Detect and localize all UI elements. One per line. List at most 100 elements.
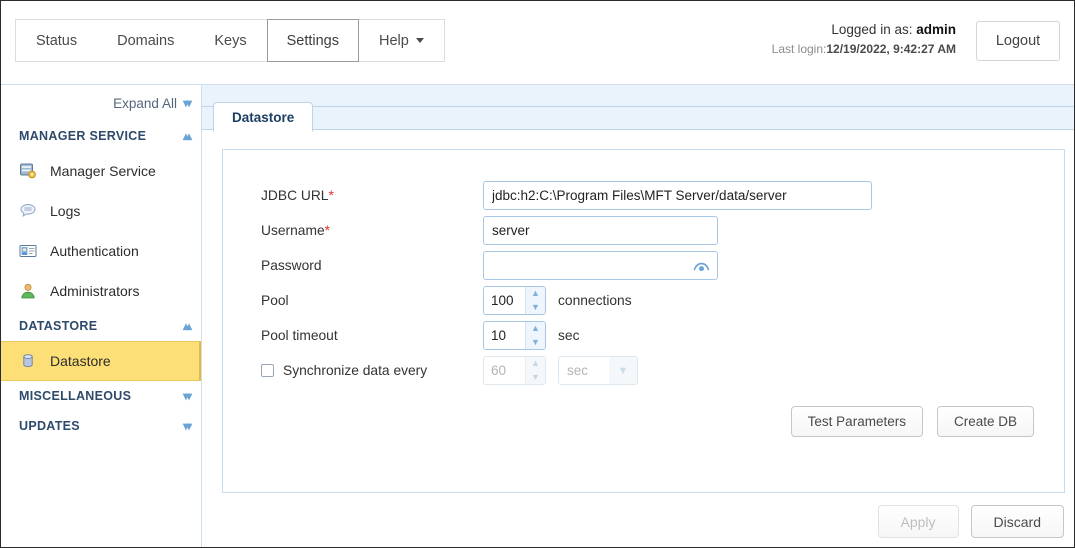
pool-label: Pool [261,293,289,308]
pool-timeout-stepper[interactable]: 10 ▲ ▼ [483,321,546,350]
eye-icon[interactable] [693,260,710,272]
nav-item-label: Domains [117,32,175,49]
jdbc-url-label-text: JDBC URL [261,188,329,203]
nav-item-settings[interactable]: Settings [266,19,359,62]
chevron-double-up-icon: ▴▴ [182,319,192,333]
datastore-form: JDBC URL* Username* Password [223,150,1064,386]
sidebar-item-manager-service[interactable]: Manager Service [1,151,201,191]
chevron-down-icon[interactable]: ▼ [609,357,637,384]
pool-timeout-unit-label: sec [558,328,580,343]
sidebar-group-datastore[interactable]: DATASTORE ▴▴ [1,311,201,341]
footer-action-buttons: Apply Discard [877,505,1064,538]
apply-button[interactable]: Apply [877,505,959,538]
nav-item-domains[interactable]: Domains [97,19,194,62]
sidebar-item-label: Logs [50,203,81,219]
pool-timeout-value[interactable]: 10 [484,322,525,349]
required-asterisk: * [328,188,334,203]
logged-in-username: admin [916,22,956,37]
chevron-down-icon[interactable]: ▼ [526,371,545,385]
datastore-settings-panel: JDBC URL* Username* Password [222,149,1065,493]
nav-item-label: Settings [286,32,339,49]
chevron-up-icon[interactable]: ▲ [526,287,545,301]
synchronize-label-group[interactable]: Synchronize data every [261,363,483,378]
last-login: Last login:12/19/2022, 9:42:27 AM [772,41,956,57]
chevron-up-icon[interactable]: ▲ [526,357,545,371]
username-label-text: Username [261,223,325,238]
password-input[interactable] [483,251,718,280]
expand-all-toggle[interactable]: Expand All ▾▾ [1,85,201,121]
chevron-double-down-icon: ▾▾ [182,96,192,110]
sidebar-item-label: Datastore [50,353,111,369]
sidebar-group-label: MISCELLANEOUS [19,389,132,403]
sidebar-group-label: DATASTORE [19,319,98,333]
username-input[interactable] [483,216,718,245]
sidebar-item-datastore[interactable]: Datastore [1,341,201,381]
nav-item-keys[interactable]: Keys [194,19,266,62]
tab-strip [202,85,1074,107]
pool-unit-label: connections [558,293,632,308]
sidebar-item-label: Authentication [50,243,139,259]
pool-timeout-stepper-arrows: ▲ ▼ [525,322,545,349]
chevron-up-icon[interactable]: ▲ [526,322,545,336]
tab-strip-fill [202,107,1074,130]
pool-timeout-label: Pool timeout [261,328,338,343]
database-icon [19,352,37,370]
synchronize-unit-value: sec [567,363,589,378]
chevron-down-icon[interactable]: ▼ [526,301,545,315]
create-db-button[interactable]: Create DB [936,406,1034,437]
sidebar-group-label: MANAGER SERVICE [19,129,147,143]
logged-in-as: Logged in as: admin [772,21,956,39]
tab-datastore[interactable]: Datastore [213,102,314,132]
synchronize-unit-select[interactable]: sec ▼ [558,356,638,385]
speech-bubble-icon [19,202,37,220]
sidebar-item-label: Manager Service [50,163,156,179]
sidebar-group-manager-service[interactable]: MANAGER SERVICE ▴▴ [1,121,201,151]
content-area: Datastore JDBC URL* Username* Pass [202,85,1074,547]
application-window: Status Domains Keys Settings Help Logged… [0,0,1075,548]
required-asterisk: * [324,223,331,238]
jdbc-url-input[interactable] [483,181,872,210]
form-row-synchronize: Synchronize data every 60 ▲ ▼ sec ▼ [261,355,1064,386]
top-bar: Status Domains Keys Settings Help Logged… [1,1,1074,85]
test-parameters-button[interactable]: Test Parameters [790,406,923,437]
server-gear-icon [19,162,37,180]
expand-all-label: Expand All [113,95,177,111]
pool-value[interactable]: 100 [484,287,525,314]
sidebar-group-label: UPDATES [19,419,80,433]
nav-item-status[interactable]: Status [16,19,97,62]
sidebar-item-logs[interactable]: Logs [1,191,201,231]
form-row-password: Password [261,250,1064,281]
logout-button[interactable]: Logout [976,21,1060,61]
synchronize-checkbox[interactable] [261,364,274,377]
sidebar-group-updates[interactable]: UPDATES ▾▾ [1,411,201,441]
nav-item-label: Help [378,32,409,49]
sidebar-item-administrators[interactable]: Administrators [1,271,201,311]
form-row-pool: Pool 100 ▲ ▼ connections [261,285,1064,316]
form-row-username: Username* [261,215,1064,246]
nav-item-help[interactable]: Help [359,19,444,62]
main-navigation: Status Domains Keys Settings Help [15,19,445,62]
sidebar-item-authentication[interactable]: Authentication [1,231,201,271]
form-row-jdbc-url: JDBC URL* [261,180,1064,211]
pool-stepper-arrows: ▲ ▼ [525,287,545,314]
chevron-down-icon[interactable]: ▼ [526,336,545,350]
password-label: Password [261,258,322,273]
chevron-double-down-icon: ▾▾ [182,419,192,433]
username-label: Username* [261,223,483,238]
sidebar-group-miscellaneous[interactable]: MISCELLANEOUS ▾▾ [1,381,201,411]
synchronize-stepper-arrows: ▲ ▼ [525,357,545,384]
discard-button[interactable]: Discard [970,505,1064,538]
synchronize-interval-stepper[interactable]: 60 ▲ ▼ [483,356,546,385]
chevron-double-down-icon: ▾▾ [182,389,192,403]
form-row-pool-timeout: Pool timeout 10 ▲ ▼ sec [261,320,1064,351]
sidebar: Expand All ▾▾ MANAGER SERVICE ▴▴ Manager… [1,85,202,547]
session-info: Logged in as: admin Last login:12/19/202… [772,21,956,57]
pool-stepper[interactable]: 100 ▲ ▼ [483,286,546,315]
chevron-double-up-icon: ▴▴ [182,129,192,143]
chevron-down-icon [415,38,424,43]
synchronize-interval-value[interactable]: 60 [484,357,525,384]
panel-action-buttons: Test Parameters Create DB [790,406,1034,437]
user-icon [19,282,37,300]
last-login-value: 12/19/2022, 9:42:27 AM [826,42,956,57]
last-login-label: Last login: [771,42,827,57]
